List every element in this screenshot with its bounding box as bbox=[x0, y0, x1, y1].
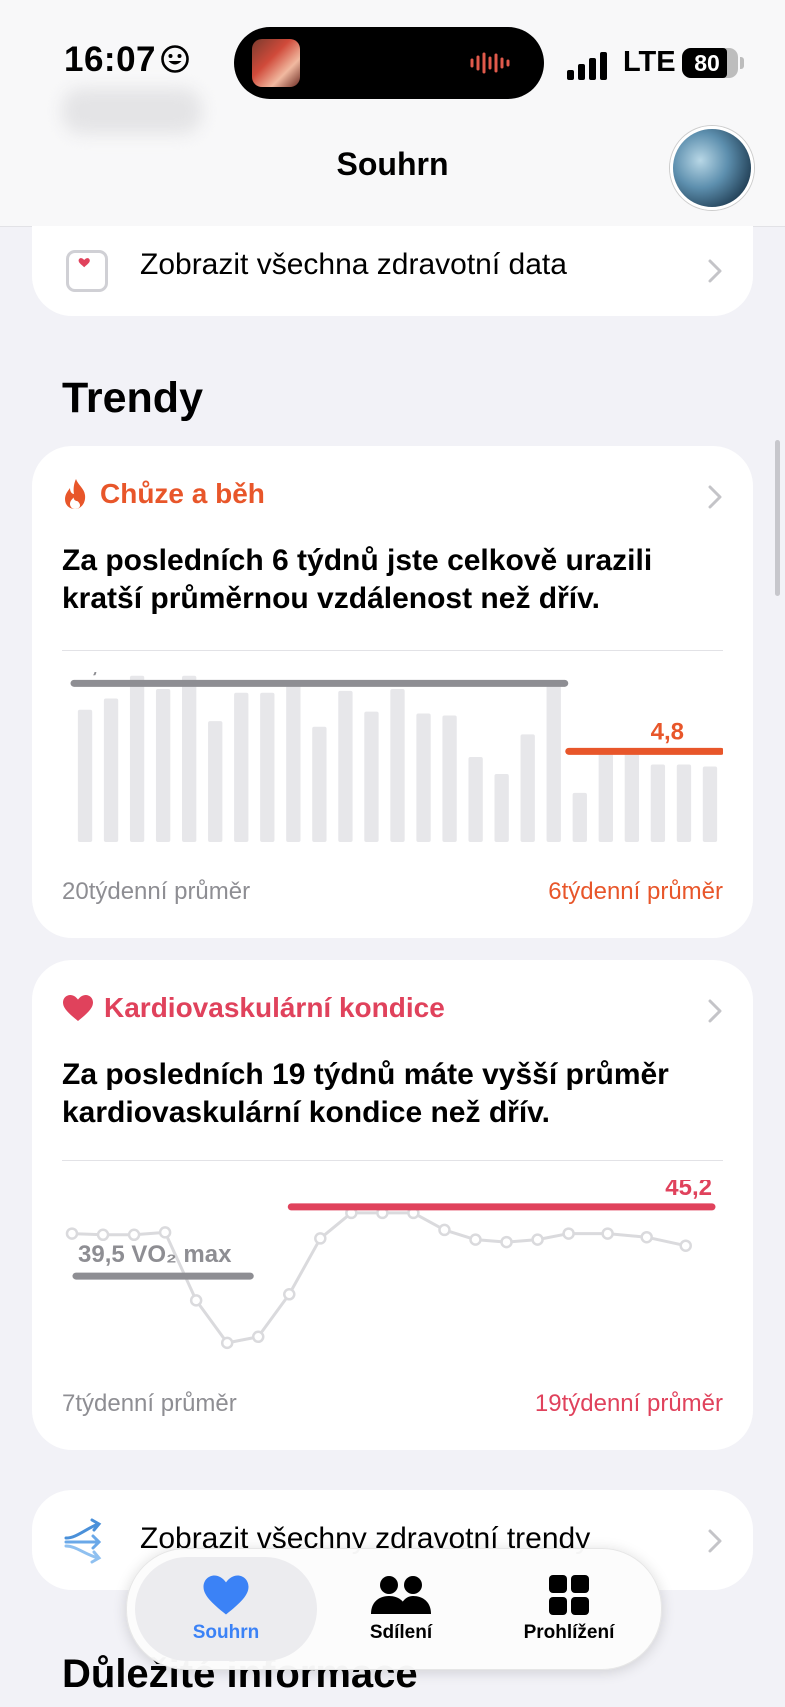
cellular-signal-icon bbox=[567, 52, 607, 80]
walking-bar bbox=[390, 689, 405, 842]
tab-browse[interactable]: Prohlížení bbox=[485, 1549, 653, 1669]
audio-waveform-icon bbox=[470, 52, 510, 74]
walking-bar bbox=[416, 713, 431, 842]
walking-bar bbox=[624, 749, 640, 842]
trend-title: Kardiovaskulární kondice bbox=[104, 992, 445, 1023]
trend-description: Za posledních 6 týdnů jste celkově urazi… bbox=[62, 544, 653, 615]
long-average-label: 19týdenní průměr bbox=[534, 1390, 723, 1417]
blurred-title bbox=[62, 88, 202, 134]
walking-bar bbox=[234, 692, 249, 842]
cardio-point bbox=[469, 1233, 482, 1246]
tab-label: Prohlížení bbox=[523, 1622, 615, 1643]
walking-bar bbox=[286, 681, 301, 842]
cardio-point bbox=[679, 1239, 692, 1252]
cardio-point bbox=[96, 1228, 110, 1242]
tab-summary[interactable]: Souhrn bbox=[135, 1549, 317, 1669]
tab-sharing[interactable]: Sdílení bbox=[317, 1549, 485, 1669]
heart-icon bbox=[63, 995, 93, 1021]
walking-bar bbox=[572, 792, 587, 842]
grid-icon bbox=[549, 1575, 589, 1615]
walking-bar bbox=[598, 749, 613, 842]
tab-bar: Souhrn Sdílení Prohlížení bbox=[126, 1548, 662, 1670]
walking-bar bbox=[520, 734, 535, 842]
walking-bar bbox=[442, 715, 457, 842]
cardio-point bbox=[220, 1336, 234, 1350]
cardio-fitness-chart: 39,5 VO₂ max 45,2 bbox=[65, 1180, 716, 1350]
cardio-point bbox=[438, 1223, 451, 1237]
chevron-right-icon bbox=[708, 485, 722, 509]
long-average-value: 8,4 km bbox=[78, 672, 153, 677]
trend-card-cardio-fitness[interactable]: Kardiovaskulární kondice Za posledních 1… bbox=[32, 960, 753, 1450]
status-time: 16:07 bbox=[64, 40, 157, 79]
walking-bar bbox=[260, 692, 275, 842]
show-all-health-data-row[interactable]: Zobrazit všechna zdravotní data bbox=[32, 226, 753, 316]
walking-bar bbox=[468, 757, 483, 842]
walking-bar bbox=[129, 675, 145, 842]
walking-bar bbox=[546, 683, 561, 842]
cardio-point bbox=[189, 1294, 203, 1307]
cardio-point bbox=[314, 1232, 327, 1245]
trends-arrows-icon bbox=[64, 1518, 102, 1564]
trend-description: Za posledních 19 týdnů máte vyšší průměr… bbox=[62, 1058, 669, 1129]
walking-bar bbox=[77, 709, 93, 842]
show-all-health-data-label: Zobrazit všechna zdravotní data bbox=[140, 248, 567, 281]
short-average-value: 39,5 VO₂ max bbox=[78, 1241, 232, 1268]
cardio-point bbox=[251, 1330, 265, 1344]
walking-distance-chart: 8,4 km 4,8 bbox=[70, 672, 723, 842]
trend-title: Chůze a běh bbox=[100, 478, 265, 509]
cardio-point bbox=[640, 1230, 653, 1244]
chevron-right-icon bbox=[708, 259, 722, 283]
dynamic-island[interactable] bbox=[234, 27, 544, 99]
walking-bar bbox=[364, 711, 379, 842]
walking-bar bbox=[650, 764, 666, 842]
heart-icon bbox=[203, 1575, 249, 1615]
profile-avatar[interactable] bbox=[670, 126, 754, 210]
trend-header: Kardiovaskulární kondice bbox=[62, 992, 445, 1024]
network-type: LTE bbox=[623, 46, 676, 78]
cardio-point bbox=[500, 1235, 513, 1249]
album-art-thumbnail[interactable] bbox=[252, 39, 300, 87]
trend-header: Chůze a běh bbox=[62, 478, 265, 510]
cardio-point bbox=[283, 1288, 296, 1301]
cardio-point bbox=[531, 1233, 544, 1246]
walking-bar bbox=[338, 690, 353, 842]
short-average-value: 4,8 bbox=[651, 718, 684, 745]
cardio-point bbox=[127, 1228, 141, 1242]
battery-percent: 80 bbox=[694, 50, 720, 76]
scroll-indicator[interactable] bbox=[775, 440, 780, 596]
divider bbox=[62, 1160, 723, 1161]
short-average-label: 7týdenní průměr bbox=[62, 1390, 237, 1417]
walking-bar bbox=[702, 766, 718, 842]
walking-bar bbox=[155, 689, 171, 842]
short-average-label: 6týdenní průměr bbox=[548, 878, 723, 905]
top-bar: 16:07 LTE 80 Souhrn bbox=[0, 0, 785, 227]
walking-bar bbox=[208, 721, 223, 842]
cardio-point bbox=[562, 1227, 575, 1240]
walking-bar bbox=[494, 774, 509, 842]
chevron-right-icon bbox=[708, 1529, 722, 1553]
long-average-label: 20týdenní průměr bbox=[62, 878, 251, 905]
battery-nub bbox=[740, 57, 744, 69]
tab-label: Souhrn bbox=[192, 1622, 260, 1643]
flame-icon bbox=[65, 479, 86, 509]
tab-label: Sdílení bbox=[369, 1622, 433, 1643]
chevron-right-icon bbox=[708, 999, 722, 1023]
trends-section-title: Trendy bbox=[62, 374, 203, 422]
walking-bar bbox=[182, 675, 197, 842]
people-icon bbox=[371, 1576, 431, 1614]
heart-square-icon bbox=[66, 250, 108, 292]
page-title: Souhrn bbox=[336, 146, 449, 182]
long-average-value: 45,2 bbox=[665, 1180, 712, 1201]
walking-bar bbox=[312, 726, 327, 842]
trend-card-walking-running[interactable]: Chůze a běh Za posledních 6 týdnů jste c… bbox=[32, 446, 753, 938]
cardio-point bbox=[158, 1226, 172, 1239]
walking-bar bbox=[676, 764, 692, 842]
cardio-point bbox=[601, 1227, 614, 1240]
smiley-icon bbox=[161, 45, 189, 73]
divider bbox=[62, 650, 723, 651]
walking-bar bbox=[103, 698, 119, 842]
cardio-point bbox=[65, 1227, 79, 1240]
